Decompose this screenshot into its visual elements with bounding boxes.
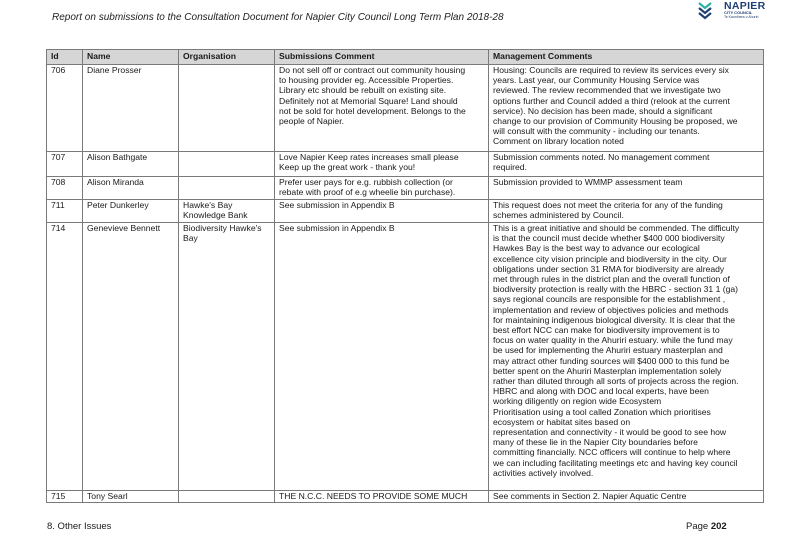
cell-id: 714 [46,222,83,491]
column-header-id: Id [46,49,83,65]
cell-submission: Do not sell off or contract out communit… [274,64,489,152]
table-row: 706 Diane Prosser Do not sell off or con… [46,64,764,152]
table-body: 706 Diane Prosser Do not sell off or con… [46,64,764,504]
cell-name: Peter Dunkerley [82,199,179,223]
cell-id: 706 [46,64,83,152]
column-header-organisation: Organisation [178,49,275,65]
column-header-management-comments: Management Comments [488,49,764,65]
cell-name: Genevieve Bennett [82,222,179,491]
cell-organisation [178,176,275,200]
cell-management: See comments in Section 2. Napier Aquati… [488,489,764,504]
cell-submission: See submission in Appendix B [274,222,489,491]
cell-organisation: Hawke's Bay Knowledge Bank [178,199,275,223]
table-row: 708 Alison Miranda Prefer user pays for … [46,176,764,200]
logo-tagline: Te Kaunihera o Ahuriri [724,15,759,19]
cell-id: 707 [46,151,83,177]
table-header-row: Id Name Organisation Submissions Comment… [46,49,764,65]
table-header: Id Name Organisation Submissions Comment… [46,49,764,65]
cell-id: 711 [46,199,83,223]
page-label: Page [686,521,709,532]
cell-name: Alison Bathgate [82,151,179,177]
cell-submission: Love Napier Keep rates increases small p… [274,151,489,177]
table-row: 714 Genevieve Bennett Biodiversity Hawke… [46,222,764,491]
cell-organisation: Biodiversity Hawke's Bay [178,222,275,491]
cell-name: Tony Searl [82,489,179,504]
cell-management: Submission comments noted. No management… [488,151,764,177]
cell-name: Diane Prosser [82,64,179,152]
cell-management: Submission provided to WMMP assessment t… [488,176,764,200]
table-row: 715 Tony Searl THE N.C.C. NEEDS TO PROVI… [46,489,764,504]
page-number: 202 [710,521,727,532]
cell-submission: Prefer user pays for e.g. rubbish collec… [274,176,489,200]
cell-submission: THE N.C.C. NEEDS TO PROVIDE SOME MUCH [274,489,489,504]
submissions-table: Id Name Organisation Submissions Comment… [46,49,764,504]
cell-organisation [178,64,275,152]
page-header-title: Report on submissions to the Consultatio… [52,12,504,23]
footer-section-label: 8. Other Issues [47,521,112,532]
cell-id: 715 [46,489,83,504]
cell-name: Alison Miranda [82,176,179,200]
cell-id: 708 [46,176,83,200]
table-row: 711 Peter Dunkerley Hawke's Bay Knowledg… [46,199,764,223]
cell-submission: See submission in Appendix B [274,199,489,223]
column-header-name: Name [82,49,179,65]
column-header-submissions-comment: Submissions Comment [274,49,489,65]
table-row: 707 Alison Bathgate Love Napier Keep rat… [46,151,764,177]
footer-page-number: Page 202 [686,521,727,532]
cell-management: This request does not meet the criteria … [488,199,764,223]
cell-management: This is a great initiative and should be… [488,222,764,491]
cell-management: Housing: Councils are required to review… [488,64,764,152]
cell-organisation [178,151,275,177]
cell-organisation [178,489,275,504]
